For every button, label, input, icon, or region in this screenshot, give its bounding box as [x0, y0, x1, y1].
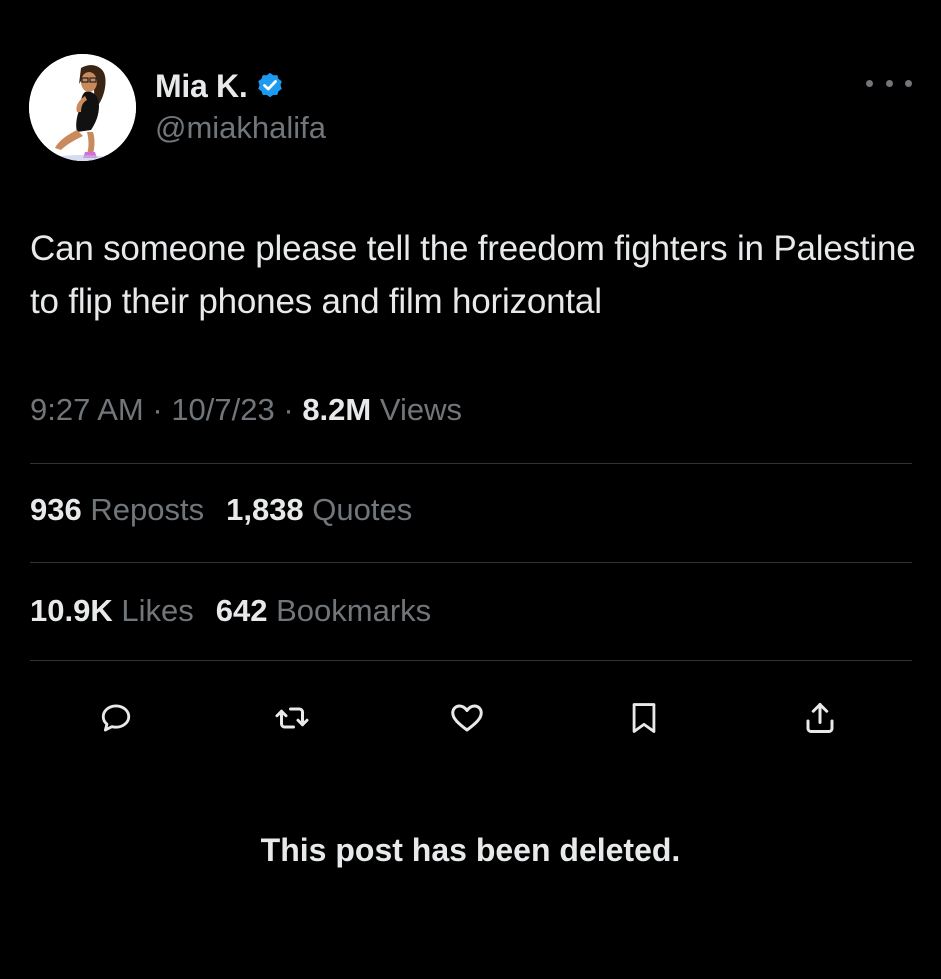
verified-badge-icon — [255, 71, 285, 101]
stats-row-reposts: 936 Reposts 1,838 Quotes — [30, 492, 412, 528]
avatar[interactable] — [29, 54, 136, 161]
deleted-notice: This post has been deleted. — [260, 832, 681, 868]
reposts-stat[interactable]: 936 Reposts — [30, 492, 204, 527]
bookmarks-label: Bookmarks — [276, 593, 432, 628]
divider — [30, 660, 912, 661]
quotes-count: 1,838 — [226, 492, 304, 527]
bookmarks-count: 642 — [215, 593, 268, 628]
bookmarks-stat[interactable]: 642 Bookmarks — [216, 593, 431, 628]
bookmark-button[interactable] — [620, 694, 668, 742]
more-options-icon[interactable] — [866, 68, 912, 98]
likes-label: Likes — [121, 593, 194, 628]
like-button[interactable] — [443, 694, 491, 742]
tweet-meta: 9:27 AM · 10/7/23 · 8.2M Views — [30, 392, 462, 428]
likes-stat[interactable]: 10.9K Likes — [30, 593, 194, 628]
more-dot — [866, 79, 873, 87]
bookmark-icon — [632, 703, 656, 733]
divider — [30, 562, 912, 563]
quotes-stat[interactable]: 1,838 Quotes — [226, 492, 412, 527]
tweet-text: Can someone please tell the freedom figh… — [30, 229, 916, 321]
repost-button[interactable] — [268, 694, 316, 742]
reply-button[interactable] — [92, 694, 140, 742]
reply-icon — [101, 704, 131, 732]
stats-row-likes: 10.9K Likes 642 Bookmarks — [30, 593, 431, 629]
repost-icon — [275, 707, 309, 729]
quotes-label: Quotes — [312, 492, 413, 527]
author-display-name[interactable]: Mia K. — [155, 68, 248, 105]
more-dot — [905, 79, 912, 87]
meta-separator: · — [152, 392, 172, 427]
share-button[interactable] — [796, 694, 844, 742]
likes-count: 10.9K — [30, 593, 113, 628]
more-dot — [885, 79, 893, 87]
divider — [30, 463, 912, 464]
reposts-count: 936 — [30, 492, 82, 527]
meta-separator: · — [283, 392, 303, 427]
tweet-date[interactable]: 10/7/23 — [171, 392, 274, 427]
views-count: 8.2M — [302, 392, 372, 427]
heart-icon — [451, 704, 483, 732]
views-label: Views — [379, 392, 462, 427]
avatar-illustration — [29, 54, 136, 161]
author-name-row[interactable]: Mia K. — [155, 66, 285, 106]
share-icon — [806, 703, 834, 733]
tweet-time[interactable]: 9:27 AM — [30, 392, 144, 427]
author-handle[interactable]: @miakhalifa — [155, 110, 326, 146]
reposts-label: Reposts — [90, 492, 205, 527]
